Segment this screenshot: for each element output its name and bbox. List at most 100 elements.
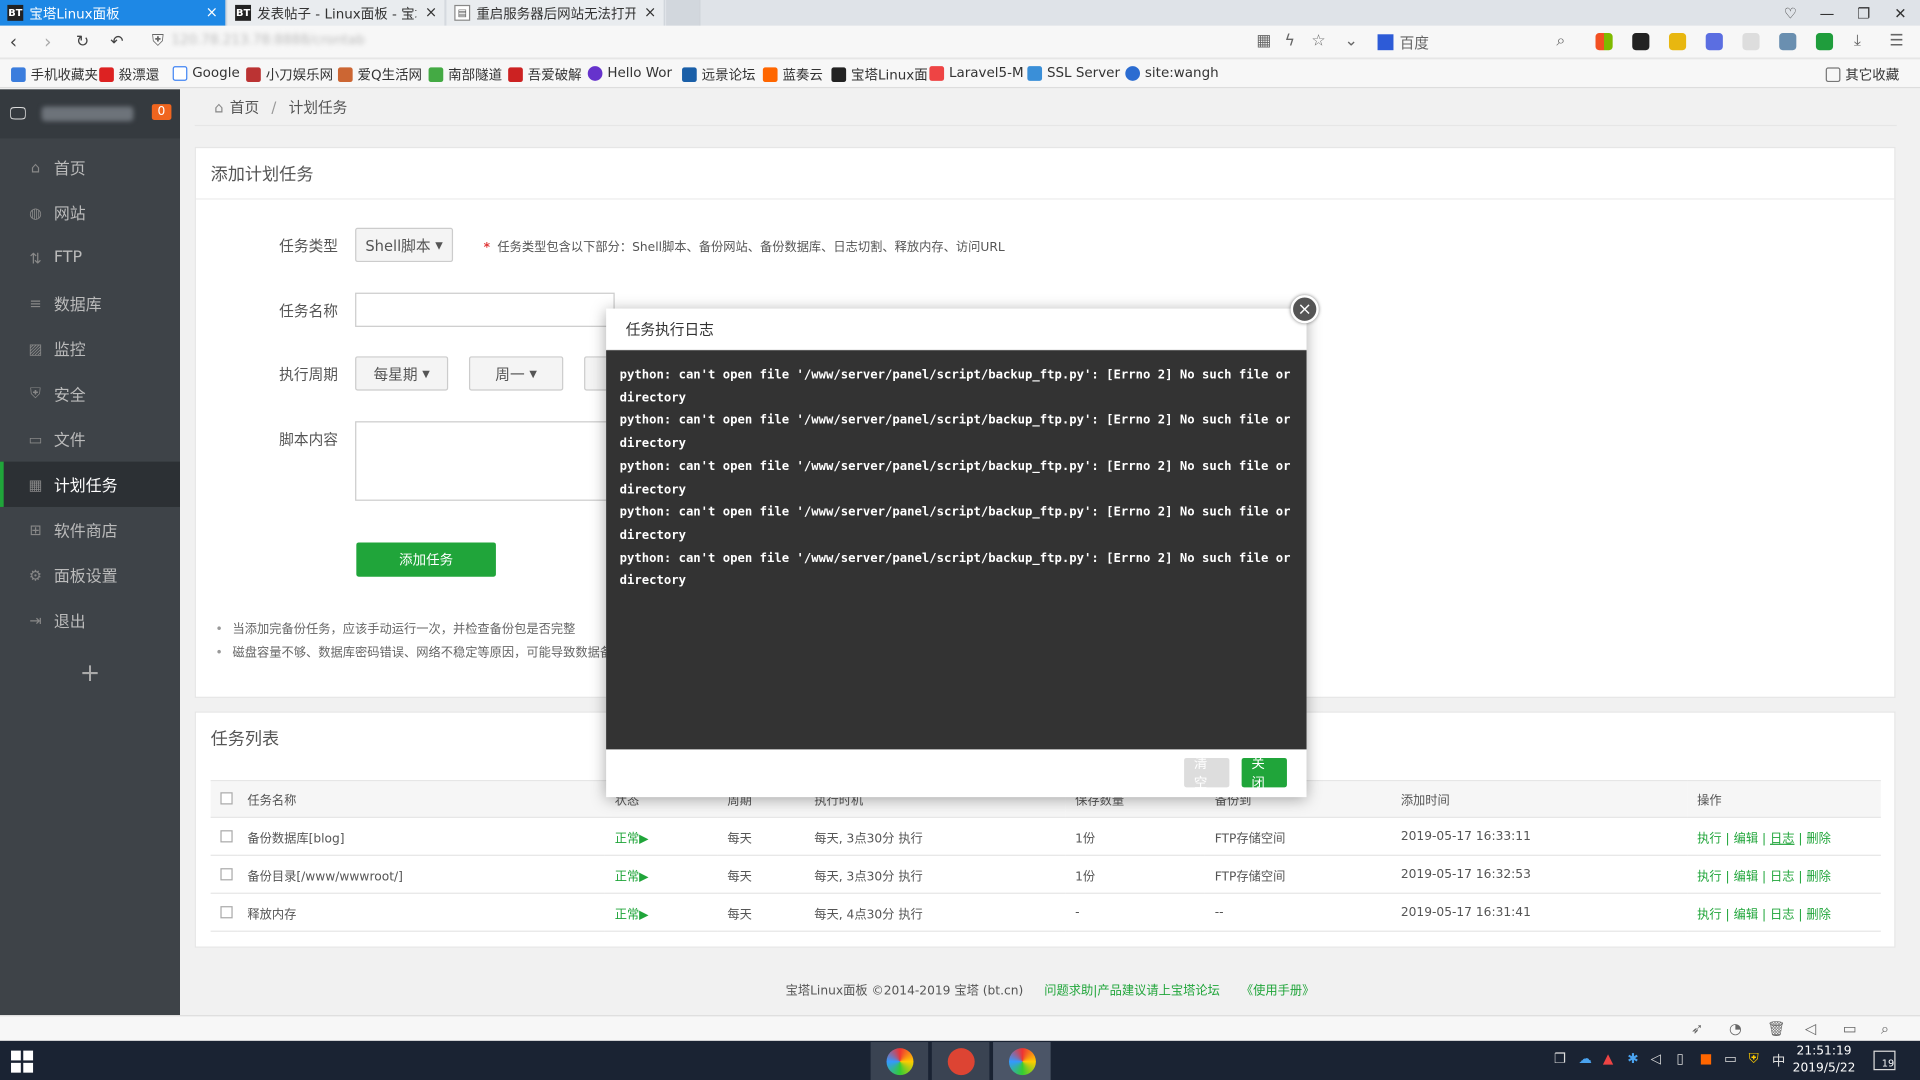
add-shortcut-button[interactable]: + (0, 658, 180, 687)
op-run[interactable]: 执行 (1697, 870, 1721, 883)
ext-apps-icon[interactable] (1595, 33, 1613, 51)
op-run[interactable]: 执行 (1697, 832, 1721, 845)
minimize-icon[interactable]: — (1809, 0, 1846, 26)
browser-tab[interactable]: BT 发表帖子 - Linux面板 - 宝塔面板 × (227, 0, 446, 26)
row-checkbox[interactable] (220, 905, 233, 918)
ext-key-icon[interactable] (1668, 33, 1687, 51)
bookmark-item[interactable]: 南部隧道 (428, 65, 502, 85)
bookmark-item[interactable]: SSL Server (1027, 65, 1120, 81)
volume-icon[interactable]: ◁ (1805, 1020, 1816, 1037)
window-icon[interactable]: ▭ (1843, 1020, 1857, 1037)
bookmark-item[interactable]: 吾爱破解 (508, 65, 582, 85)
sidebar-item-settings[interactable]: ⚙ 面板设置 (0, 552, 180, 597)
ext-chat-icon[interactable] (1705, 33, 1723, 51)
row-checkbox[interactable] (220, 829, 233, 842)
tray-window-icon[interactable]: ❐ (1554, 1051, 1566, 1067)
qr-icon[interactable]: ▦ (1256, 32, 1271, 50)
op-run[interactable]: 执行 (1697, 908, 1721, 921)
bookmark-item[interactable]: 宝塔Linux面 (831, 65, 928, 85)
close-icon[interactable]: × (1290, 295, 1319, 324)
task-status[interactable]: 正常▶ (604, 893, 718, 932)
search-icon[interactable]: ⌕ (1556, 32, 1565, 50)
ext-screenshot-icon[interactable] (1779, 33, 1797, 51)
op-log[interactable]: 日志 (1770, 908, 1794, 921)
security-tray-icon[interactable]: ⛨ (1749, 1051, 1759, 1068)
bookmark-item[interactable]: 殺漂還 (99, 65, 159, 85)
op-log[interactable]: 日志 (1770, 870, 1794, 883)
page-scrollbar[interactable] (1910, 89, 1920, 1016)
task-name-input[interactable] (355, 292, 615, 327)
close-tab-icon[interactable]: × (425, 4, 437, 21)
back-icon[interactable]: ‹ (10, 31, 17, 53)
sidebar-item-ftp[interactable]: ⇅ FTP (0, 235, 180, 280)
menu-icon[interactable]: ☰ (1889, 32, 1903, 50)
breadcrumb-home[interactable]: 首页 (230, 97, 259, 118)
footer-manual-link[interactable]: 《使用手册》 (1241, 984, 1314, 997)
zoom-icon[interactable]: ⌕ (1881, 1020, 1889, 1038)
restore-icon[interactable]: ❐ (1845, 0, 1882, 26)
star-icon[interactable]: ☆ (1311, 32, 1325, 50)
sidebar-item-home[interactable]: ⌂ 首页 (0, 144, 180, 189)
task-status[interactable]: 正常▶ (604, 817, 718, 856)
refresh-icon[interactable]: ↻ (76, 33, 89, 51)
op-log[interactable]: 日志 (1770, 832, 1794, 845)
sidebar-item-crontab[interactable]: ▦ 计划任务 (0, 461, 180, 507)
sidebar-item-database[interactable]: ≡ 数据库 (0, 280, 180, 325)
op-edit[interactable]: 编辑 (1734, 870, 1758, 883)
close-button[interactable]: 关闭 (1241, 756, 1287, 791)
browser-tab[interactable]: ▤ 重启服务器后网站无法打开 - 宝塔 × (446, 0, 665, 26)
update-badge[interactable]: 0 (151, 104, 172, 120)
url-field[interactable]: 120.78.213.78:8888/crontab (171, 32, 364, 52)
close-window-icon[interactable]: ✕ (1882, 0, 1919, 26)
tray-app-icon[interactable]: ▲ (1603, 1051, 1613, 1067)
taskbar-app-snail[interactable] (931, 1042, 990, 1080)
taskbar-app-browser-active[interactable] (993, 1042, 1051, 1080)
bookmark-item[interactable]: 远景论坛 (682, 65, 756, 85)
sidebar-item-website[interactable]: ◍ 网站 (0, 190, 180, 235)
sidebar-item-security[interactable]: ⛨ 安全 (0, 371, 180, 416)
op-edit[interactable]: 编辑 (1734, 832, 1758, 845)
speaker-icon[interactable]: ◁ (1651, 1051, 1661, 1067)
bookmark-item[interactable]: 小刀娱乐网 (246, 65, 333, 85)
network-icon[interactable]: ▭ (1724, 1051, 1737, 1067)
bookmark-item[interactable]: 爱Q生活网 (337, 65, 422, 85)
other-bookmarks[interactable]: 其它收藏 (1825, 65, 1899, 85)
bookmark-item[interactable]: site:wangh (1125, 65, 1219, 81)
op-edit[interactable]: 编辑 (1734, 908, 1758, 921)
new-tab-button[interactable] (666, 0, 701, 26)
tray-color-icon[interactable]: ■ (1700, 1051, 1713, 1067)
browser-tab[interactable]: BT 宝塔Linux面板 × (0, 0, 227, 26)
forward-icon[interactable]: › (44, 31, 51, 53)
download-icon[interactable]: ⤓ (1854, 32, 1861, 50)
windows-start-icon[interactable] (11, 1050, 34, 1073)
clear-button[interactable]: 清空 (1184, 756, 1230, 791)
bookmark-item[interactable]: Google (172, 65, 240, 81)
bookmark-item[interactable]: 手机收藏夹 (11, 65, 98, 85)
onedrive-icon[interactable]: ☁ (1578, 1051, 1591, 1067)
taskbar-app-browser[interactable] (870, 1042, 929, 1080)
sidebar-item-files[interactable]: ▭ 文件 (0, 416, 180, 461)
usb-icon[interactable]: ▯ (1676, 1051, 1683, 1067)
undo-icon[interactable]: ↶ (110, 33, 123, 51)
sidebar-item-store[interactable]: ⊞ 软件商店 (0, 507, 180, 552)
shirt-skin-icon[interactable]: ♡ (1772, 0, 1809, 26)
task-type-dropdown[interactable]: Shell脚本 ▼ (355, 227, 454, 263)
bookmark-item[interactable]: 蓝奏云 (762, 65, 823, 85)
chevron-down-icon[interactable]: ⌄ (1344, 32, 1357, 50)
ext-shield-icon[interactable] (1815, 33, 1834, 51)
bookmark-item[interactable]: Laravel5-M (929, 65, 1024, 81)
footer-forum-link[interactable]: 问题求助|产品建议请上宝塔论坛 (1044, 984, 1220, 997)
cycle-dropdown[interactable]: 每星期 ▼ (355, 356, 449, 391)
search-box[interactable]: 百度 (1377, 32, 1574, 53)
add-task-button[interactable]: 添加任务 (356, 542, 496, 577)
op-delete[interactable]: 删除 (1806, 870, 1830, 883)
lightning-icon[interactable]: ϟ (1284, 32, 1295, 50)
ext-messenger-icon[interactable] (1632, 33, 1650, 51)
ime-indicator[interactable]: 中 (1772, 1051, 1785, 1071)
bluetooth-icon[interactable]: ✱ (1627, 1051, 1638, 1067)
security-shield-icon[interactable]: ⛨ (152, 32, 164, 50)
select-all-checkbox[interactable] (220, 792, 233, 805)
sidebar-item-logout[interactable]: ⇥ 退出 (0, 598, 180, 643)
rocket-icon[interactable]: ➶ (1691, 1020, 1703, 1037)
bookmark-item[interactable]: Hello Wor (587, 65, 672, 81)
